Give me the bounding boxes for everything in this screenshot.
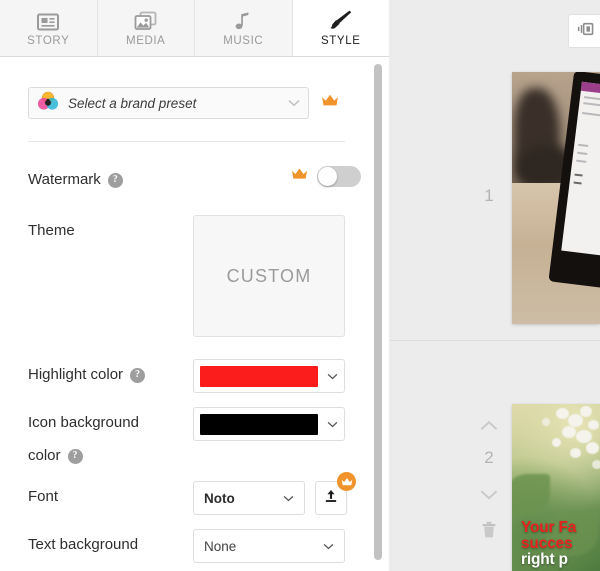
icon-background-color-help-icon[interactable]: ? <box>67 448 83 464</box>
crown-icon[interactable] <box>337 472 356 491</box>
tab-music[interactable]: MUSIC <box>195 0 293 56</box>
chevron-down-icon <box>288 94 300 112</box>
tab-story[interactable]: STORY <box>0 0 98 56</box>
chevron-down-icon <box>480 487 498 505</box>
brand-preset-row: Select a brand preset <box>28 87 361 119</box>
icon-background-color-row: Icon background color ? <box>28 407 361 467</box>
scene-move-down-button[interactable] <box>474 487 504 505</box>
paintbrush-icon <box>329 9 353 31</box>
scene-delete-button[interactable] <box>474 521 504 544</box>
highlight-color-label: Highlight color <box>28 366 124 383</box>
highlight-color-select[interactable] <box>193 359 345 393</box>
highlight-color-row: Highlight color ? <box>28 359 361 393</box>
chevron-down-icon <box>327 421 338 428</box>
theme-row: Theme CUSTOM <box>28 215 361 337</box>
trash-icon <box>481 521 497 544</box>
watermark-row: Watermark ? <box>28 164 361 191</box>
tab-strip: STORY MEDIA MUSIC STYLE <box>0 0 389 57</box>
theme-preview-tile[interactable]: CUSTOM <box>193 215 345 337</box>
tab-style[interactable]: STYLE <box>292 0 389 56</box>
scene-2-caption-line-2: succes <box>521 534 573 552</box>
chevron-down-icon <box>283 495 294 502</box>
section-divider <box>28 141 345 142</box>
scene-2-caption-line-1: Your Fa <box>521 518 577 536</box>
icon-background-color-swatch <box>200 413 318 435</box>
theme-label: Theme <box>28 222 75 239</box>
images-icon <box>134 9 157 31</box>
font-value: Noto <box>204 490 235 506</box>
icon-background-color-select[interactable] <box>193 407 345 441</box>
watermark-label: Watermark <box>28 171 101 188</box>
style-settings-panel: Select a brand preset Watermark ? Theme … <box>0 57 389 571</box>
preview-panel: 1 2 Your Fa succes right p <box>390 0 600 571</box>
scene-number: 2 <box>484 448 494 467</box>
highlight-color-help-icon[interactable]: ? <box>130 367 146 383</box>
chevron-down-icon <box>327 373 338 380</box>
icon-background-color-label-line1: Icon background <box>28 414 139 431</box>
watermark-help-icon[interactable]: ? <box>107 172 123 188</box>
watermark-label-group: Watermark ? <box>28 164 184 191</box>
crown-icon[interactable] <box>321 93 339 113</box>
watermark-control-group <box>291 164 361 187</box>
text-background-select[interactable]: None <box>193 529 345 563</box>
scene-2-caption: Your Fa succes right p <box>521 518 577 568</box>
crown-icon[interactable] <box>291 167 308 186</box>
scene-divider <box>390 340 600 341</box>
highlight-color-label-group: Highlight color ? <box>28 359 193 386</box>
tab-media[interactable]: MEDIA <box>97 0 195 56</box>
scene-move-up-button[interactable] <box>474 418 504 436</box>
scene-number: 1 <box>484 186 494 205</box>
scene-2-image: Your Fa succes right p <box>512 404 600 571</box>
icon-background-color-label-line2: color <box>28 447 61 464</box>
music-note-icon <box>235 9 251 31</box>
highlight-color-swatch <box>200 365 318 387</box>
tab-media-label: MEDIA <box>126 35 166 47</box>
scene-2-caption-line-3: right p <box>521 550 568 568</box>
scene-1-image <box>512 72 600 324</box>
text-background-label: Text background <box>28 536 139 553</box>
text-background-row: Text background None <box>28 529 361 563</box>
chevron-down-icon <box>323 543 334 550</box>
editor-panel: STORY MEDIA MUSIC STYLE Select a brand p… <box>0 0 389 571</box>
brand-colors-icon <box>37 90 59 117</box>
theme-value: CUSTOM <box>226 265 312 286</box>
panel-layout-icon <box>576 21 594 42</box>
watermark-toggle-knob <box>318 167 337 186</box>
chevron-up-icon <box>480 418 498 436</box>
tab-style-label: STYLE <box>321 34 361 47</box>
app-root: STORY MEDIA MUSIC STYLE Select a brand p… <box>0 0 600 571</box>
upload-icon <box>323 488 339 509</box>
brand-preset-select[interactable]: Select a brand preset <box>28 87 309 119</box>
icon-background-color-label-group: Icon background color ? <box>28 407 193 467</box>
article-icon <box>37 9 60 31</box>
tab-story-label: STORY <box>27 35 70 47</box>
tab-music-label: MUSIC <box>223 35 264 47</box>
brand-preset-placeholder: Select a brand preset <box>68 95 197 111</box>
editor-scrollbar[interactable] <box>374 62 382 562</box>
font-row: Font Noto <box>28 472 361 515</box>
preview-toolbar <box>390 0 600 57</box>
font-label: Font <box>28 488 59 505</box>
font-select[interactable]: Noto <box>193 481 305 515</box>
editor-scrollbar-thumb[interactable] <box>374 64 382 560</box>
scene-thumbnail-1[interactable] <box>512 72 600 324</box>
scene-thumbnail-2[interactable]: Your Fa succes right p <box>512 404 600 571</box>
watermark-toggle[interactable] <box>317 166 361 187</box>
text-background-value: None <box>204 538 237 554</box>
font-upload-group <box>315 472 356 515</box>
panel-layout-toggle-button[interactable] <box>568 14 600 48</box>
